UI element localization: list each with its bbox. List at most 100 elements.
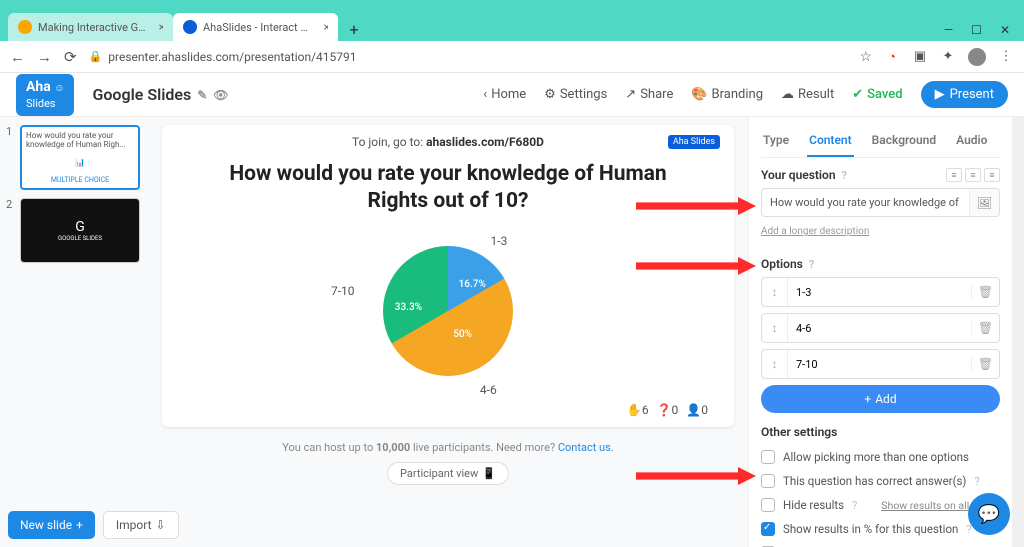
url-field[interactable]: 🔒 presenter.ahaslides.com/presentation/4… (89, 50, 848, 64)
app-header: Aha ☺Slides Google Slides ✎ 👁 ‹Home ⚙Set… (0, 73, 1024, 117)
drag-handle-icon[interactable]: ↕ (762, 278, 788, 306)
share-icon: ↗ (625, 87, 636, 102)
nav-share[interactable]: ↗Share (625, 87, 673, 102)
scrollbar[interactable] (1012, 117, 1024, 547)
nav-result[interactable]: ☁Result (781, 87, 834, 102)
cloud-icon: ☁ (781, 87, 794, 102)
nav-settings[interactable]: ⚙Settings (544, 87, 607, 102)
palette-icon: 🎨 (691, 87, 707, 102)
contact-link[interactable]: Contact us. (558, 441, 614, 454)
lock-icon: 🔒 (89, 50, 103, 63)
tab-audio[interactable]: Audio (954, 125, 989, 157)
pie-chart: 1-3 4-6 7-10 16.7% 50% 33.3% (182, 224, 714, 399)
close-tab-icon[interactable]: × (159, 20, 163, 34)
import-button[interactable]: Import⇩ (103, 511, 179, 539)
add-description-link[interactable]: Add a longer description (761, 226, 869, 237)
forward-icon[interactable]: → (37, 48, 52, 66)
option-row: ↕ 🗑 (761, 277, 1000, 307)
gear-icon: ⚙ (544, 87, 556, 102)
host-note: You can host up to 10,000 live participa… (282, 441, 613, 454)
back-icon[interactable]: ← (10, 48, 25, 66)
phone-icon: 📱 (482, 467, 496, 480)
slide-thumbnail-2[interactable]: G GOOGLE SLIDES (20, 198, 140, 263)
option-row: ↕ 🗑 (761, 349, 1000, 379)
option-input[interactable] (788, 279, 971, 306)
help-icon[interactable]: ? (809, 258, 814, 271)
delete-option-icon[interactable]: 🗑 (971, 321, 999, 335)
tab-content[interactable]: Content (807, 125, 854, 157)
address-bar: ← → ⟳ 🔒 presenter.ahaslides.com/presenta… (0, 41, 1024, 73)
properties-panel: Type Content Background Audio Your quest… (748, 117, 1012, 547)
chevron-left-icon: ‹ (483, 87, 487, 102)
tab-title: AhaSlides - Interact with your au (203, 21, 313, 34)
window-maximize-icon[interactable]: ☐ (971, 23, 982, 37)
aha-badge: Aha Slides (668, 135, 720, 149)
drag-handle-icon[interactable]: ↕ (762, 350, 788, 378)
window-minimize-icon[interactable]: — (944, 23, 953, 37)
window-close-icon[interactable]: ✕ (1000, 23, 1010, 37)
checkbox-multi[interactable] (761, 450, 775, 464)
other-settings-heading: Other settings (761, 425, 1000, 439)
option-row: ↕ 🗑 (761, 313, 1000, 343)
slide-thumbnail-1[interactable]: How would you rate your knowledge of Hum… (20, 125, 140, 190)
slide-thumbnails: 1 How would you rate your knowledge of H… (0, 117, 148, 547)
profile-avatar[interactable] (968, 48, 986, 66)
favicon-icon (183, 20, 197, 34)
image-button[interactable]: 🖼 (969, 189, 999, 216)
new-tab-button[interactable]: + (342, 17, 366, 41)
join-instruction: To join, go to: ahaslides.com/F680D (182, 135, 714, 149)
browser-tab[interactable]: Making Interactive Google Slides × (8, 13, 173, 41)
presentation-title[interactable]: Google Slides ✎ 👁 (92, 85, 228, 104)
edit-icon[interactable]: ✎ (197, 88, 207, 102)
checkbox-hide[interactable] (761, 498, 775, 512)
help-icon[interactable]: ? (852, 499, 857, 512)
nav-home[interactable]: ‹Home (483, 87, 526, 102)
extensions-puzzle-icon[interactable]: ✦ (940, 49, 956, 65)
align-left-icon[interactable]: ≡ (946, 168, 962, 182)
thumb-number: 2 (6, 198, 16, 263)
slide-stats: ✋6 ❓0 👤0 (182, 399, 714, 421)
people-icon: 👤 (686, 403, 701, 417)
browser-tab-strip: Making Interactive Google Slides × AhaSl… (0, 10, 1024, 41)
play-icon: ▶ (935, 87, 945, 102)
help-icon[interactable]: ? (842, 169, 847, 182)
checkbox-percent[interactable] (761, 522, 775, 536)
slide-canvas: Aha Slides To join, go to: ahaslides.com… (162, 125, 734, 427)
option-input[interactable] (788, 315, 971, 342)
chat-fab[interactable]: 💬 (968, 493, 1010, 535)
option-input[interactable] (788, 351, 971, 378)
align-center-icon[interactable]: ≡ (965, 168, 981, 182)
chat-icon: 💬 (978, 504, 1000, 525)
thumb-number: 1 (6, 125, 16, 190)
delete-option-icon[interactable]: 🗑 (971, 285, 999, 299)
present-button[interactable]: ▶Present (921, 81, 1008, 108)
nav-branding[interactable]: 🎨Branding (691, 87, 763, 102)
slide-question: How would you rate your knowledge of Hum… (222, 161, 674, 216)
close-tab-icon[interactable]: × (323, 20, 328, 34)
add-option-button[interactable]: +Add (761, 385, 1000, 413)
logo[interactable]: Aha ☺Slides (16, 74, 74, 116)
favicon-icon (18, 20, 32, 34)
tab-background[interactable]: Background (870, 125, 938, 157)
delete-option-icon[interactable]: 🗑 (971, 357, 999, 371)
checkbox-correct[interactable] (761, 474, 775, 488)
your-question-label: Your question (761, 168, 836, 182)
bookmark-icon[interactable]: ☆ (859, 49, 872, 65)
tab-title: Making Interactive Google Slides (38, 21, 149, 34)
eye-icon[interactable]: 👁 (213, 88, 228, 102)
url-text: presenter.ahaslides.com/presentation/415… (108, 50, 356, 64)
participant-view-button[interactable]: Participant view📱 (387, 462, 509, 485)
question-input[interactable] (762, 189, 969, 216)
check-icon: ✔ (852, 87, 863, 102)
options-label: Options (761, 257, 803, 271)
tab-type[interactable]: Type (761, 125, 791, 157)
extension-icon[interactable]: ▣ (912, 49, 928, 65)
drag-handle-icon[interactable]: ↕ (762, 314, 788, 342)
browser-tab-active[interactable]: AhaSlides - Interact with your au × (173, 13, 338, 41)
reload-icon[interactable]: ⟳ (64, 48, 77, 66)
align-right-icon[interactable]: ≡ (984, 168, 1000, 182)
menu-icon[interactable]: ⋮ (998, 49, 1014, 65)
extension-icon[interactable]: ◔ (884, 49, 900, 65)
new-slide-button[interactable]: New slide+ (8, 511, 95, 539)
help-icon[interactable]: ? (974, 475, 979, 488)
